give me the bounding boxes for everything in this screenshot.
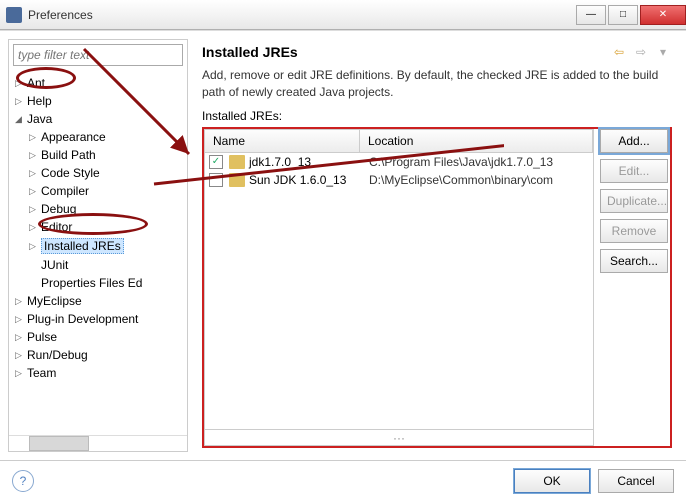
- page-description: Add, remove or edit JRE definitions. By …: [202, 67, 672, 101]
- table-body: ✓ jdk1.7.0_13C:\Program Files\Java\jdk1.7…: [204, 153, 594, 430]
- table-row[interactable]: Sun JDK 1.6.0_13D:\MyEclipse\Common\bina…: [205, 171, 593, 189]
- expand-icon[interactable]: ▷: [15, 368, 27, 379]
- tree-item-label: Help: [27, 94, 52, 108]
- expand-icon[interactable]: ▷: [15, 296, 27, 307]
- tree-item[interactable]: Properties Files Ed: [9, 274, 187, 292]
- expand-icon[interactable]: ▷: [15, 332, 27, 343]
- tree-item[interactable]: JUnit: [9, 256, 187, 274]
- tree-item-label: Installed JREs: [41, 238, 124, 254]
- jre-icon: [229, 173, 245, 187]
- tree-item[interactable]: ▷Help: [9, 92, 187, 110]
- jre-icon: [229, 155, 245, 169]
- jre-checkbox[interactable]: [209, 173, 223, 187]
- expand-icon[interactable]: ▷: [29, 168, 41, 179]
- tree-item-label: Code Style: [41, 166, 100, 180]
- tree-item[interactable]: ▷MyEclipse: [9, 292, 187, 310]
- app-icon: [6, 7, 22, 23]
- dialog-body: ▷Ant▷Help◢Java▷Appearance▷Build Path▷Cod…: [0, 30, 686, 460]
- jre-table-area: Name Location ✓ jdk1.7.0_13C:\Program Fil…: [202, 127, 672, 448]
- expand-icon[interactable]: ▷: [29, 241, 41, 252]
- expand-icon[interactable]: ▷: [15, 96, 27, 107]
- content-header: Installed JREs ⇦ ⇨ ▾: [202, 43, 672, 61]
- expand-icon[interactable]: ▷: [29, 222, 41, 233]
- tree-item[interactable]: ▷Code Style: [9, 164, 187, 182]
- jre-name: Sun JDK 1.6.0_13: [249, 173, 369, 187]
- tree-item-label: Editor: [41, 220, 72, 234]
- tree-item-label: Build Path: [41, 148, 96, 162]
- col-name[interactable]: Name: [205, 130, 360, 152]
- col-location[interactable]: Location: [360, 130, 593, 152]
- tree-item[interactable]: ▷Installed JREs: [9, 236, 187, 256]
- preferences-tree-panel: ▷Ant▷Help◢Java▷Appearance▷Build Path▷Cod…: [8, 39, 188, 452]
- tree-item[interactable]: ▷Appearance: [9, 128, 187, 146]
- tree-item-label: Pulse: [27, 330, 57, 344]
- tree-item[interactable]: ▷Editor: [9, 218, 187, 236]
- edit-button[interactable]: Edit...: [600, 159, 668, 183]
- side-buttons: Add... Edit... Duplicate... Remove Searc…: [594, 129, 670, 446]
- add-button[interactable]: Add...: [600, 129, 668, 153]
- ok-button[interactable]: OK: [514, 469, 590, 493]
- tree-item[interactable]: ▷Plug-in Development: [9, 310, 187, 328]
- back-icon[interactable]: ⇦: [610, 43, 628, 61]
- nav-buttons: ⇦ ⇨ ▾: [610, 43, 672, 61]
- tree-item[interactable]: ▷Ant: [9, 74, 187, 92]
- tree-item[interactable]: ▷Pulse: [9, 328, 187, 346]
- table-scrollbar[interactable]: ···: [204, 430, 594, 446]
- expand-icon[interactable]: ▷: [15, 350, 27, 361]
- close-button[interactable]: ✕: [640, 5, 686, 25]
- preferences-tree[interactable]: ▷Ant▷Help◢Java▷Appearance▷Build Path▷Cod…: [9, 70, 187, 435]
- tree-item[interactable]: ▷Build Path: [9, 146, 187, 164]
- maximize-button[interactable]: □: [608, 5, 638, 25]
- dropdown-icon[interactable]: ▾: [654, 43, 672, 61]
- tree-item-label: Ant: [27, 76, 45, 90]
- window-title: Preferences: [28, 8, 574, 22]
- preferences-content: Installed JREs ⇦ ⇨ ▾ Add, remove or edit…: [196, 39, 678, 452]
- tree-item-label: Run/Debug: [27, 348, 88, 362]
- tree-item-label: Team: [27, 366, 56, 380]
- window-buttons: — □ ✕: [574, 5, 686, 25]
- tree-item[interactable]: ▷Debug: [9, 200, 187, 218]
- jre-name: jdk1.7.0_13: [249, 155, 369, 169]
- tree-item-label: Debug: [41, 202, 76, 216]
- tree-item-label: Appearance: [41, 130, 106, 144]
- table-row[interactable]: ✓ jdk1.7.0_13C:\Program Files\Java\jdk1.7…: [205, 153, 593, 171]
- jre-location: D:\MyEclipse\Common\binary\com: [369, 173, 589, 187]
- jre-location: C:\Program Files\Java\jdk1.7.0_13: [369, 155, 589, 169]
- remove-button[interactable]: Remove: [600, 219, 668, 243]
- list-label: Installed JREs:: [202, 109, 672, 123]
- duplicate-button[interactable]: Duplicate...: [600, 189, 668, 213]
- tree-item-label: JUnit: [41, 258, 68, 272]
- help-icon[interactable]: ?: [12, 470, 34, 492]
- tree-item[interactable]: ▷Compiler: [9, 182, 187, 200]
- tree-item-label: Plug-in Development: [27, 312, 138, 326]
- expand-icon[interactable]: ▷: [29, 132, 41, 143]
- expand-icon[interactable]: ▷: [15, 78, 27, 89]
- search-button[interactable]: Search...: [600, 249, 668, 273]
- jre-checkbox[interactable]: ✓: [209, 155, 223, 169]
- tree-item[interactable]: ▷Team: [9, 364, 187, 382]
- minimize-button[interactable]: —: [576, 5, 606, 25]
- expand-icon[interactable]: ▷: [15, 314, 27, 325]
- tree-scrollbar[interactable]: [9, 435, 187, 451]
- filter-input[interactable]: [13, 44, 183, 66]
- expand-icon[interactable]: ◢: [15, 114, 27, 125]
- expand-icon[interactable]: ▷: [29, 204, 41, 215]
- tree-item[interactable]: ◢Java: [9, 110, 187, 128]
- forward-icon[interactable]: ⇨: [632, 43, 650, 61]
- expand-icon[interactable]: ▷: [29, 186, 41, 197]
- tree-item-label: Java: [27, 112, 52, 126]
- page-title: Installed JREs: [202, 44, 610, 60]
- cancel-button[interactable]: Cancel: [598, 469, 674, 493]
- tree-item[interactable]: ▷Run/Debug: [9, 346, 187, 364]
- titlebar: Preferences — □ ✕: [0, 0, 686, 30]
- tree-item-label: Compiler: [41, 184, 89, 198]
- tree-item-label: MyEclipse: [27, 294, 82, 308]
- jre-table: Name Location ✓ jdk1.7.0_13C:\Program Fil…: [204, 129, 594, 446]
- expand-icon[interactable]: ▷: [29, 150, 41, 161]
- table-header: Name Location: [204, 129, 594, 153]
- dialog-footer: ? OK Cancel: [0, 460, 686, 500]
- tree-item-label: Properties Files Ed: [41, 276, 142, 290]
